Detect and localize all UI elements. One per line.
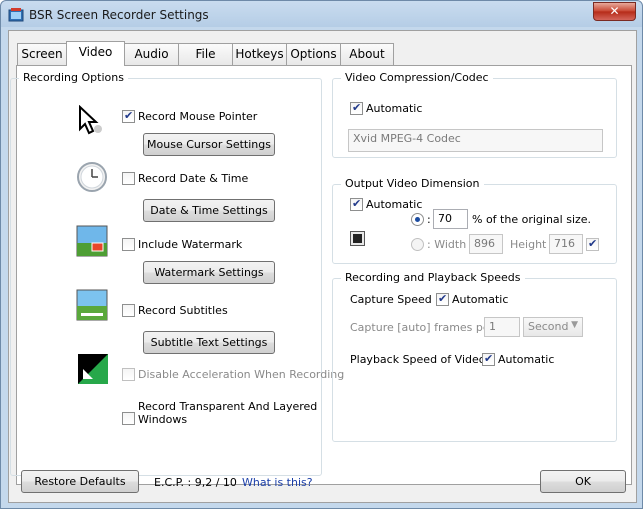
tab-screen[interactable]: Screen bbox=[17, 43, 67, 65]
capture-speed-label: Capture Speed : bbox=[350, 293, 439, 306]
dialog-client: Screen Video Audio File Hotkeys Options … bbox=[8, 30, 637, 503]
subtitles-icon bbox=[76, 289, 108, 321]
subtitle-text-settings-button[interactable]: Subtitle Text Settings bbox=[143, 331, 275, 354]
tab-video[interactable]: Video bbox=[66, 41, 125, 66]
percent-radio[interactable] bbox=[411, 213, 424, 226]
mouse-pointer-icon bbox=[79, 105, 102, 135]
dimension-icon bbox=[350, 231, 365, 246]
tab-about[interactable]: About bbox=[340, 43, 394, 65]
frames-unit-value: Second bbox=[528, 320, 569, 333]
capture-automatic-checkbox[interactable] bbox=[436, 292, 449, 306]
mouse-cursor-settings-button[interactable]: Mouse Cursor Settings bbox=[143, 133, 275, 156]
video-compression-group: Video Compression/Codec Automatic Xvid M… bbox=[332, 71, 617, 158]
capture-automatic-label: Automatic bbox=[452, 293, 509, 306]
playback-automatic-checkbox[interactable] bbox=[482, 352, 495, 366]
percent-input[interactable]: 70 bbox=[433, 209, 468, 229]
acceleration-icon bbox=[78, 354, 108, 384]
date-time-settings-button[interactable]: Date & Time Settings bbox=[143, 199, 275, 222]
include-watermark-label: Include Watermark bbox=[138, 238, 243, 251]
tab-audio[interactable]: Audio bbox=[124, 43, 179, 65]
height-label: Height : bbox=[510, 238, 554, 251]
dimension-automatic-checkbox[interactable] bbox=[350, 197, 363, 211]
window-title: BSR Screen Recorder Settings bbox=[29, 8, 209, 22]
watermark-settings-button[interactable]: Watermark Settings bbox=[143, 261, 275, 284]
lock-aspect-checkbox[interactable] bbox=[586, 237, 599, 251]
record-subtitles-label: Record Subtitles bbox=[138, 304, 228, 317]
output-dimension-group: Output Video Dimension Automatic : 70 % … bbox=[332, 177, 617, 264]
what-is-this-link[interactable]: What is this? bbox=[242, 476, 313, 489]
capture-frames-label: Capture [auto] frames per bbox=[350, 321, 495, 334]
playback-automatic-label: Automatic bbox=[498, 353, 555, 366]
tab-hotkeys[interactable]: Hotkeys bbox=[232, 43, 287, 65]
settings-window: BSR Screen Recorder Settings ✕ Screen Vi… bbox=[0, 0, 643, 509]
watermark-icon bbox=[76, 225, 108, 257]
app-icon bbox=[8, 8, 24, 22]
record-transparent-label-line2: Windows bbox=[138, 413, 188, 426]
record-date-time-label: Record Date & Time bbox=[138, 172, 249, 185]
width-radio[interactable] bbox=[411, 238, 424, 251]
include-watermark-checkbox[interactable] bbox=[122, 238, 135, 251]
record-mouse-pointer-label: Record Mouse Pointer bbox=[138, 110, 258, 123]
disable-acceleration-label: Disable Acceleration When Recording bbox=[138, 368, 345, 381]
close-button[interactable]: ✕ bbox=[593, 2, 636, 21]
tab-options[interactable]: Options bbox=[286, 43, 341, 65]
output-dimension-title: Output Video Dimension bbox=[341, 177, 484, 190]
record-subtitles-checkbox[interactable] bbox=[122, 304, 135, 317]
codec-field[interactable]: Xvid MPEG-4 Codec bbox=[348, 129, 603, 152]
speeds-title: Recording and Playback Speeds bbox=[341, 271, 525, 284]
video-compression-title: Video Compression/Codec bbox=[341, 71, 493, 84]
tab-file[interactable]: File bbox=[178, 43, 233, 65]
title-bar: BSR Screen Recorder Settings ✕ bbox=[1, 1, 642, 29]
frames-unit-select[interactable]: Second ▼ bbox=[523, 317, 583, 337]
compression-automatic-checkbox[interactable] bbox=[350, 101, 363, 115]
record-date-time-checkbox[interactable] bbox=[122, 172, 135, 185]
ok-button[interactable]: OK bbox=[540, 470, 626, 493]
height-input[interactable]: 716 bbox=[549, 234, 583, 254]
restore-defaults-button[interactable]: Restore Defaults bbox=[21, 470, 139, 493]
video-tab-panel: Recording Options Record Mouse Pointer M… bbox=[10, 65, 632, 485]
disable-acceleration-checkbox[interactable] bbox=[122, 368, 135, 381]
record-mouse-pointer-checkbox[interactable] bbox=[122, 109, 135, 123]
width-label: : Width : bbox=[427, 238, 474, 251]
ecp-score-label: E.C.P. : 9,2 / 10 bbox=[154, 476, 237, 489]
compression-automatic-label: Automatic bbox=[366, 102, 423, 115]
clock-icon bbox=[77, 162, 107, 192]
record-transparent-checkbox[interactable] bbox=[122, 412, 135, 425]
recording-options-title: Recording Options bbox=[19, 71, 128, 84]
speeds-group: Recording and Playback Speeds Capture Sp… bbox=[332, 271, 617, 442]
width-input[interactable]: 896 bbox=[469, 234, 503, 254]
frames-input[interactable]: 1 bbox=[484, 317, 520, 337]
chevron-down-icon: ▼ bbox=[571, 320, 578, 330]
dimension-automatic-label: Automatic bbox=[366, 198, 423, 211]
record-transparent-label-line1: Record Transparent And Layered bbox=[138, 400, 318, 413]
percent-radio-label: : bbox=[427, 213, 431, 226]
playback-speed-label: Playback Speed of Video : bbox=[350, 353, 493, 366]
recording-options-group: Recording Options Record Mouse Pointer M… bbox=[10, 71, 344, 476]
percent-suffix-label: % of the original size. bbox=[472, 213, 592, 226]
